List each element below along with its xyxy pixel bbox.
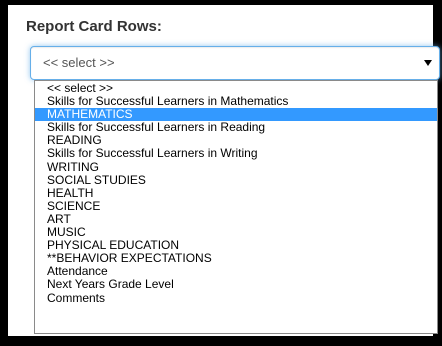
dropdown-option[interactable]: Skills for Successful Learners in Writin… <box>35 147 437 160</box>
report-card-rows-label: Report Card Rows: <box>26 18 162 35</box>
dropdown-option[interactable]: Comments <box>35 291 437 305</box>
dropdown-arrow-icon[interactable] <box>424 60 432 66</box>
dropdown-options-list: << select >> Skills for Successful Learne… <box>34 80 438 334</box>
dropdown-option[interactable]: WRITING <box>35 160 437 174</box>
form-panel: Report Card Rows: << select >> << select… <box>8 5 440 336</box>
dropdown-option[interactable]: SCIENCE <box>35 199 437 213</box>
report-card-rows-select[interactable]: << select >> <box>30 46 440 80</box>
dropdown-option[interactable]: Next Years Grade Level <box>35 278 437 291</box>
dropdown-option[interactable]: ART <box>35 212 437 226</box>
dropdown-option[interactable]: SOCIAL STUDIES <box>35 173 437 187</box>
dropdown-option[interactable]: HEALTH <box>35 186 437 200</box>
select-current-value: << select >> <box>43 55 115 70</box>
